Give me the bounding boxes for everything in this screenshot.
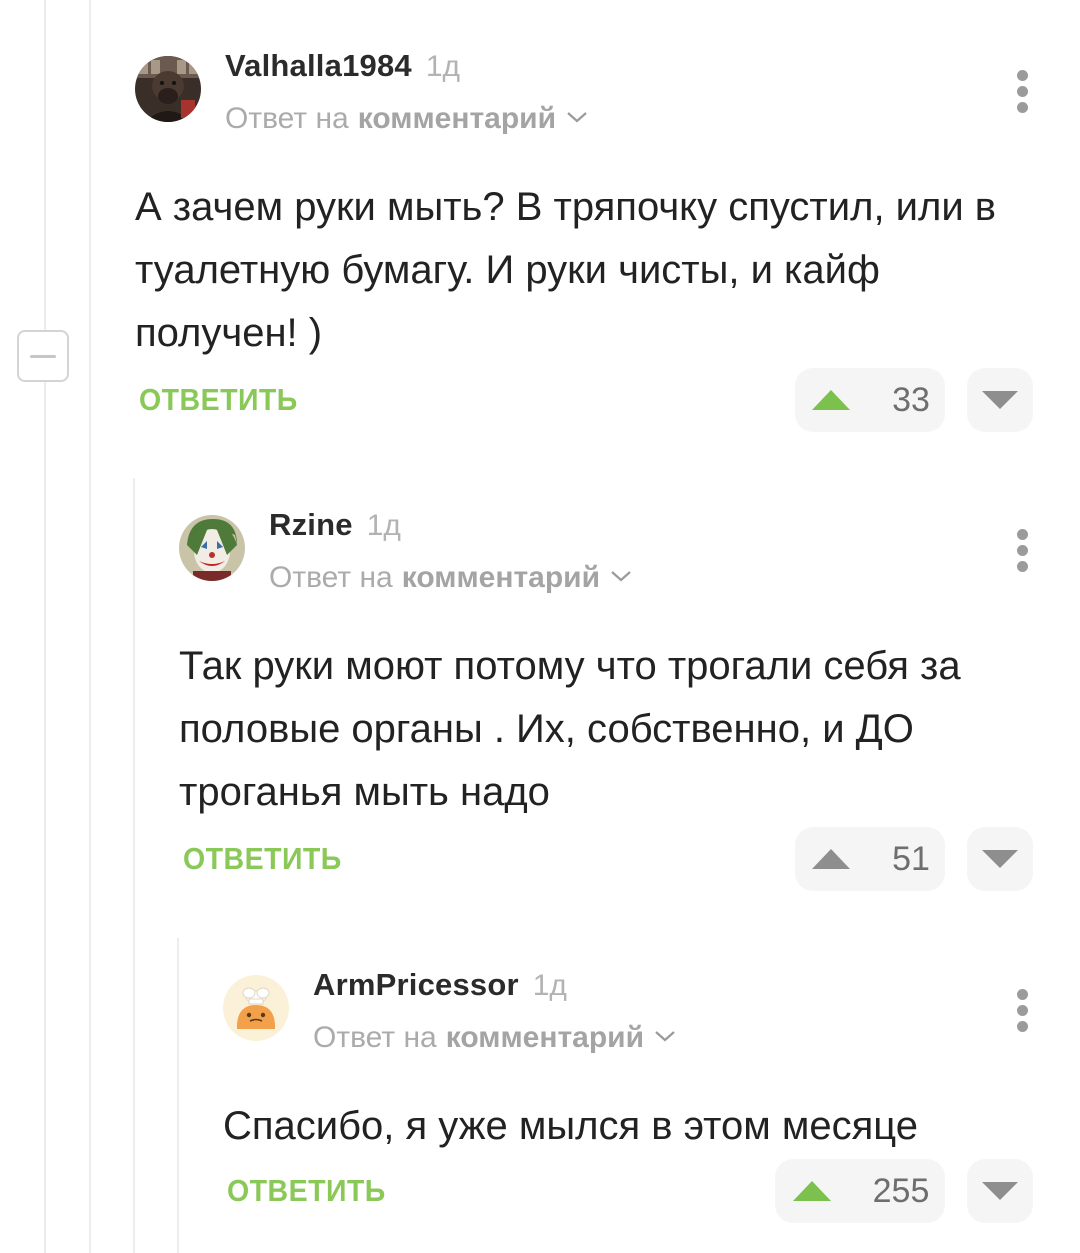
thread-line-level-3 [133, 478, 135, 1253]
reply-to-link[interactable]: Ответ на комментарий [313, 1021, 676, 1055]
comment-text: А зачем руки мыть? В тряпочку спустил, и… [135, 185, 997, 355]
reply-to-prefix: Ответ на [313, 1021, 437, 1054]
comment-valhalla1984: Valhalla1984 1д Ответ на комментарий А з… [135, 48, 1080, 436]
capybara-avatar-icon [135, 56, 201, 122]
thread-line-level-1 [44, 0, 46, 1253]
more-options-icon[interactable] [1012, 70, 1032, 120]
chef-avatar-icon [223, 975, 289, 1041]
author-name[interactable]: ArmPricessor [313, 967, 519, 1003]
avatar[interactable] [135, 56, 201, 122]
rating-count: 255 [872, 1171, 930, 1210]
reply-to-link[interactable]: Ответ на комментарий [225, 102, 588, 136]
more-options-icon[interactable] [1012, 529, 1032, 579]
reply-button[interactable]: ОТВЕТИТЬ [139, 382, 298, 418]
chevron-down-icon [655, 1031, 675, 1042]
reply-to-comment-link[interactable]: комментарий [446, 1021, 644, 1055]
comment-time: 1д [366, 509, 401, 542]
reply-button[interactable]: ОТВЕТИТЬ [183, 841, 342, 877]
comment-text: Спасибо, я уже мылся в этом месяце [223, 1104, 918, 1148]
comment-time: 1д [425, 50, 461, 83]
joker-avatar-icon [179, 515, 245, 581]
reply-to-comment-link[interactable]: комментарий [402, 561, 600, 595]
rating-count: 51 [892, 839, 930, 878]
chevron-down-icon [567, 112, 587, 123]
comment-time: 1д [532, 969, 567, 1002]
comment-text: Так руки моют потому что трогали себя за… [179, 644, 961, 814]
chevron-down-icon [611, 571, 631, 582]
upvote-arrow-icon [792, 1181, 831, 1201]
rating-count: 33 [892, 380, 930, 419]
reply-button[interactable]: ОТВЕТИТЬ [227, 1173, 386, 1209]
downvote-arrow-icon [982, 391, 1018, 409]
downvote-button[interactable] [967, 1159, 1033, 1223]
thread-line-level-4 [177, 938, 179, 1253]
thread-line-level-2 [89, 0, 91, 1253]
reply-to-prefix: Ответ на [269, 561, 393, 594]
upvote-arrow-icon [812, 849, 851, 869]
reply-to-comment-link[interactable]: комментарий [358, 102, 556, 136]
author-name[interactable]: Valhalla1984 [225, 48, 412, 84]
downvote-button[interactable] [967, 368, 1033, 432]
avatar[interactable] [179, 515, 245, 581]
upvote-button[interactable]: 51 [795, 827, 945, 891]
comment-armpricessor: ArmPricessor 1д Ответ на комментарий Спа… [223, 967, 1080, 1245]
reply-to-link[interactable]: Ответ на комментарий [269, 561, 632, 595]
upvote-button[interactable]: 33 [795, 368, 945, 432]
reply-to-prefix: Ответ на [225, 102, 349, 135]
more-options-icon[interactable] [1012, 989, 1032, 1039]
avatar[interactable] [223, 975, 289, 1041]
downvote-button[interactable] [967, 827, 1033, 891]
downvote-arrow-icon [982, 1182, 1018, 1200]
downvote-arrow-icon [982, 850, 1018, 868]
upvote-arrow-icon [812, 390, 851, 410]
collapse-thread-button[interactable] [17, 330, 69, 382]
comment-thread: Valhalla1984 1д Ответ на комментарий А з… [0, 0, 1080, 1253]
upvote-button[interactable]: 255 [775, 1159, 945, 1223]
minus-icon [30, 354, 56, 358]
comment-rzine: Rzine 1д Ответ на комментарий Так руки м… [179, 507, 1080, 895]
author-name[interactable]: Rzine [269, 507, 353, 543]
